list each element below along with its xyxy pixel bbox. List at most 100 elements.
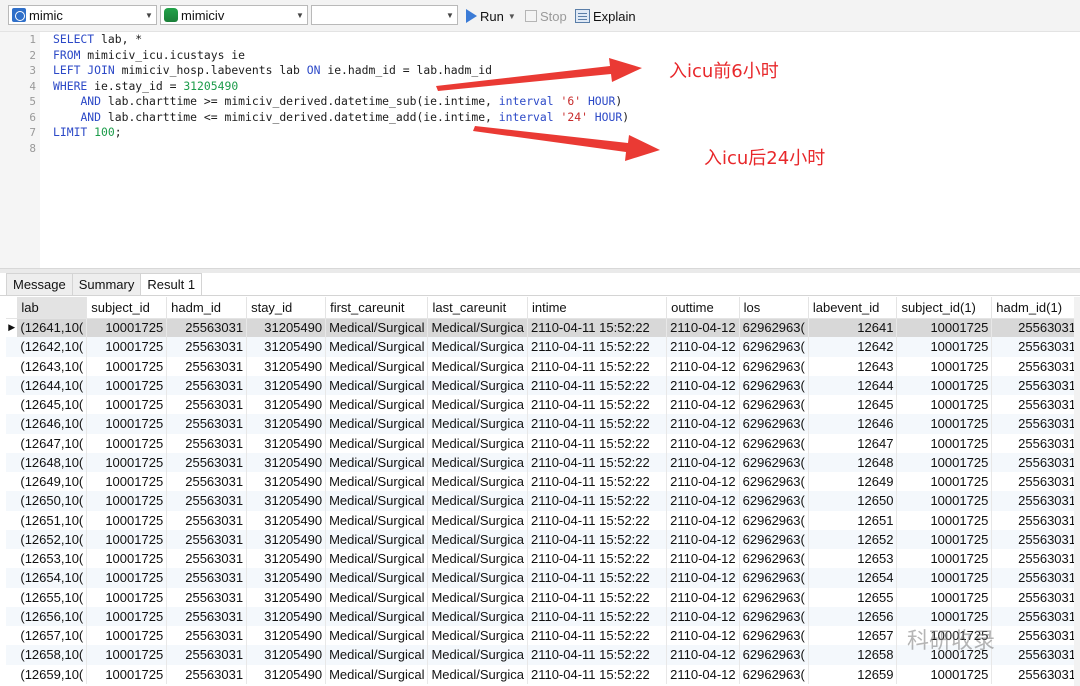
cell-outtime[interactable]: 2110-04-12 <box>666 626 740 646</box>
cell-hadm-id[interactable]: 25563031 <box>166 375 248 395</box>
cell-hadm-id[interactable]: 25563031 <box>166 606 248 626</box>
cell-los[interactable]: )62962963 <box>739 433 809 453</box>
cell-hadm-id[interactable]: 25563031 <box>166 395 248 415</box>
cell-hadm-id-1[interactable]: 25563031 <box>991 587 1080 607</box>
table-row[interactable]: (12654,10(10001725 25563031 31205490 Medica… <box>6 568 1080 588</box>
cell-subject-id[interactable]: 10001725 <box>86 510 168 530</box>
cell-intime[interactable]: 2110-04-11 15:52:22 <box>527 606 668 626</box>
table-row[interactable]: (12649,10(10001725 25563031 31205490 Medica… <box>6 472 1080 492</box>
chevron-down-icon[interactable]: ▼ <box>508 12 516 21</box>
cell-last-careunit[interactable]: Medical/Surgica <box>427 452 528 472</box>
cell-intime[interactable]: 2110-04-11 15:52:22 <box>527 587 668 607</box>
cell-hadm-id[interactable]: 25563031 <box>166 356 248 376</box>
cell-lab[interactable]: (12649,10( <box>17 472 88 492</box>
column-header-stay-id[interactable]: stay_id <box>246 297 327 319</box>
table-row[interactable]: (12646,10(10001725 25563031 31205490 Medica… <box>6 414 1080 434</box>
column-header-outtime[interactable]: outtime <box>666 297 740 319</box>
explain-button[interactable]: Explain <box>575 6 636 26</box>
cell-hadm-id[interactable]: 25563031 <box>166 568 248 588</box>
cell-intime[interactable]: 2110-04-11 15:52:22 <box>527 549 668 569</box>
cell-intime[interactable]: 2110-04-11 15:52:22 <box>527 664 668 684</box>
cell-los[interactable]: )62962963 <box>739 375 809 395</box>
cell-outtime[interactable]: 2110-04-12 <box>666 356 740 376</box>
cell-stay-id[interactable]: 31205490 <box>246 664 327 684</box>
cell-last-careunit[interactable]: Medical/Surgica <box>427 491 528 511</box>
cell-first-careunit[interactable]: Medical/Surgical <box>325 433 429 453</box>
cell-lab[interactable]: (12644,10( <box>17 375 88 395</box>
sql-editor[interactable]: 1 2 3 4 5 6 7 8 SELECT lab, * FROM mimic… <box>0 32 1080 268</box>
cell-los[interactable]: )62962963 <box>739 606 809 626</box>
cell-labevent-id[interactable]: 12646 <box>808 414 898 434</box>
column-header-first-careunit[interactable]: first_careunit <box>325 297 429 319</box>
cell-hadm-id-1[interactable]: 25563031 <box>991 433 1080 453</box>
cell-intime[interactable]: 2110-04-11 15:52:22 <box>527 414 668 434</box>
column-header-subject-id-1-[interactable]: subject_id(1) <box>896 297 993 319</box>
cell-subject-id[interactable]: 10001725 <box>86 452 168 472</box>
cell-labevent-id[interactable]: 12648 <box>808 452 898 472</box>
cell-subject-id[interactable]: 10001725 <box>86 568 168 588</box>
cell-first-careunit[interactable]: Medical/Surgical <box>325 568 429 588</box>
cell-subject-id-1[interactable]: 10001725 <box>896 510 993 530</box>
cell-outtime[interactable]: 2110-04-12 <box>666 664 740 684</box>
table-row[interactable]: (12642,10(10001725 25563031 31205490 Medica… <box>6 337 1080 357</box>
cell-outtime[interactable]: 2110-04-12 <box>666 587 740 607</box>
cell-lab[interactable]: (12656,10( <box>17 606 88 626</box>
table-row[interactable]: (12659,10(10001725 25563031 31205490 Medica… <box>6 664 1080 684</box>
cell-subject-id[interactable]: 10001725 <box>86 472 168 492</box>
cell-outtime[interactable]: 2110-04-12 <box>666 510 740 530</box>
table-row[interactable]: (12650,10(10001725 25563031 31205490 Medica… <box>6 491 1080 511</box>
cell-subject-id-1[interactable]: 10001725 <box>896 356 993 376</box>
cell-stay-id[interactable]: 31205490 <box>246 587 327 607</box>
cell-hadm-id[interactable]: 25563031 <box>166 452 248 472</box>
cell-intime[interactable]: 2110-04-11 15:52:22 <box>527 356 668 376</box>
cell-intime[interactable]: 2110-04-11 15:52:22 <box>527 375 668 395</box>
cell-labevent-id[interactable]: 12658 <box>808 645 898 665</box>
cell-subject-id[interactable]: 10001725 <box>86 645 168 665</box>
cell-hadm-id-1[interactable]: 25563031 <box>991 356 1080 376</box>
cell-hadm-id[interactable]: 25563031 <box>166 472 248 492</box>
cell-last-careunit[interactable]: Medical/Surgica <box>427 568 528 588</box>
vertical-scrollbar[interactable] <box>1074 297 1080 686</box>
cell-first-careunit[interactable]: Medical/Surgical <box>325 529 429 549</box>
cell-labevent-id[interactable]: 12645 <box>808 395 898 415</box>
cell-outtime[interactable]: 2110-04-12 <box>666 318 740 338</box>
cell-subject-id-1[interactable]: 10001725 <box>896 491 993 511</box>
table-row[interactable]: (12652,10(10001725 25563031 31205490 Medica… <box>6 529 1080 549</box>
cell-first-careunit[interactable]: Medical/Surgical <box>325 375 429 395</box>
cell-stay-id[interactable]: 31205490 <box>246 452 327 472</box>
cell-stay-id[interactable]: 31205490 <box>246 375 327 395</box>
cell-hadm-id-1[interactable]: 25563031 <box>991 452 1080 472</box>
cell-subject-id[interactable]: 10001725 <box>86 549 168 569</box>
cell-hadm-id[interactable]: 25563031 <box>166 337 248 357</box>
cell-labevent-id[interactable]: 12650 <box>808 491 898 511</box>
cell-stay-id[interactable]: 31205490 <box>246 433 327 453</box>
table-row[interactable]: (12645,10(10001725 25563031 31205490 Medica… <box>6 395 1080 415</box>
cell-los[interactable]: )62962963 <box>739 568 809 588</box>
cell-hadm-id[interactable]: 25563031 <box>166 587 248 607</box>
cell-last-careunit[interactable]: Medical/Surgica <box>427 549 528 569</box>
cell-labevent-id[interactable]: 12652 <box>808 529 898 549</box>
cell-labevent-id[interactable]: 12659 <box>808 664 898 684</box>
table-row[interactable]: (12651,10(10001725 25563031 31205490 Medica… <box>6 510 1080 530</box>
cell-last-careunit[interactable]: Medical/Surgica <box>427 606 528 626</box>
cell-los[interactable]: )62962963 <box>739 414 809 434</box>
cell-lab[interactable]: (12647,10( <box>17 433 88 453</box>
cell-los[interactable]: )62962963 <box>739 395 809 415</box>
cell-lab[interactable]: (12652,10( <box>17 529 88 549</box>
cell-outtime[interactable]: 2110-04-12 <box>666 568 740 588</box>
cell-subject-id[interactable]: 10001725 <box>86 664 168 684</box>
cell-last-careunit[interactable]: Medical/Surgica <box>427 414 528 434</box>
cell-hadm-id[interactable]: 25563031 <box>166 549 248 569</box>
cell-hadm-id[interactable]: 25563031 <box>166 318 248 338</box>
cell-lab[interactable]: (12648,10( <box>17 452 88 472</box>
cell-los[interactable]: )62962963 <box>739 626 809 646</box>
cell-intime[interactable]: 2110-04-11 15:52:22 <box>527 510 668 530</box>
cell-hadm-id-1[interactable]: 25563031 <box>991 472 1080 492</box>
column-header-intime[interactable]: intime <box>527 297 668 319</box>
cell-los[interactable]: )62962963 <box>739 587 809 607</box>
cell-subject-id-1[interactable]: 10001725 <box>896 433 993 453</box>
cell-outtime[interactable]: 2110-04-12 <box>666 337 740 357</box>
cell-subject-id-1[interactable]: 10001725 <box>896 452 993 472</box>
cell-subject-id[interactable]: 10001725 <box>86 375 168 395</box>
database-select[interactable]: mimiciv ▼ <box>160 5 308 25</box>
